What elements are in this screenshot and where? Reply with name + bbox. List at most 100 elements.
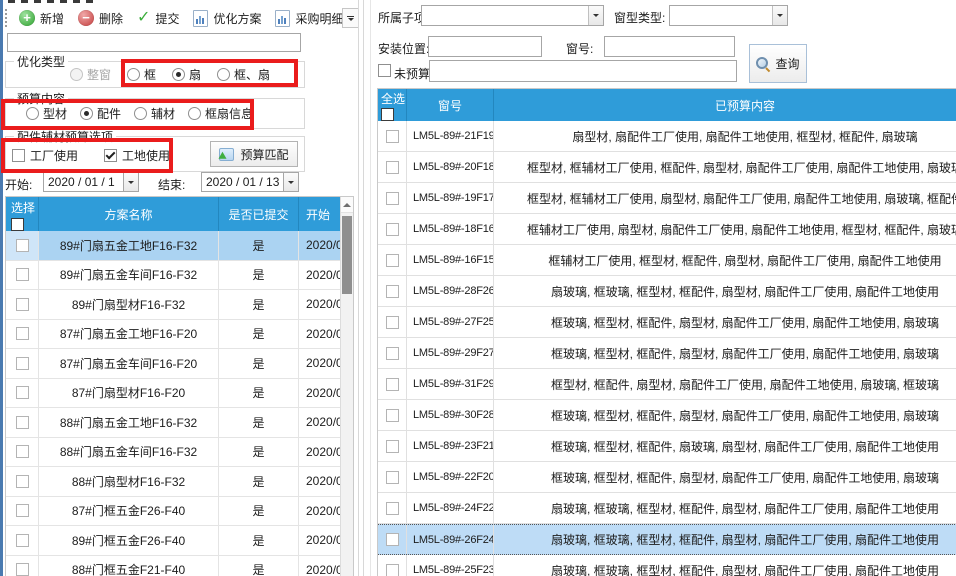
row-select-cell[interactable]	[378, 462, 407, 492]
optimize-type-radio[interactable]: 框、扇	[217, 66, 270, 83]
budget-table-row[interactable]: LM5L-89#-19F17 框型材, 框辅材工厂使用, 扇型材, 扇配件工厂使…	[378, 183, 956, 214]
row-select-cell[interactable]	[378, 276, 407, 306]
row-select-cell[interactable]	[6, 556, 39, 576]
row-select-cell[interactable]	[6, 290, 39, 319]
row-select-cell[interactable]	[6, 438, 39, 467]
row-checkbox[interactable]	[386, 564, 399, 576]
submit-button[interactable]: ✓ 提交	[130, 8, 186, 29]
row-select-cell[interactable]	[378, 555, 407, 576]
row-select-cell[interactable]	[6, 497, 39, 526]
usage-checkbox[interactable]: 工地使用	[104, 147, 170, 164]
start-date-picker[interactable]: 2020 / 01 / 1	[43, 172, 139, 192]
row-select-cell[interactable]	[378, 307, 407, 337]
row-select-cell[interactable]	[378, 400, 407, 430]
delete-button[interactable]: − 删除	[71, 8, 130, 29]
row-checkbox[interactable]	[386, 223, 399, 236]
budget-table-row[interactable]: LM5L-89#-18F16 框辅材工厂使用, 扇型材, 扇配件工厂使用, 扇配…	[378, 214, 956, 245]
row-select-cell[interactable]	[378, 245, 407, 275]
budget-table-row[interactable]: LM5L-89#-28F26 扇玻璃, 框玻璃, 框型材, 框配件, 扇型材, …	[378, 276, 956, 307]
plan-table-row[interactable]: 87#门框五金F26-F40 是 2020/0	[6, 497, 353, 527]
end-date-picker[interactable]: 2020 / 01 / 13	[201, 172, 299, 192]
end-date-dropdown-button[interactable]	[283, 173, 298, 191]
budget-table-row[interactable]: LM5L-89#-27F25 框玻璃, 框型材, 框配件, 扇型材, 扇配件工厂…	[378, 307, 956, 338]
scrollbar-up-button[interactable]	[341, 197, 353, 213]
budget-table-row[interactable]: LM5L-89#-22F20 框玻璃, 框型材, 框配件, 扇型材, 扇配件工厂…	[378, 462, 956, 493]
not-budgeted-checkbox[interactable]	[378, 64, 391, 77]
budget-content-radio[interactable]: 辅材	[134, 105, 175, 122]
row-checkbox[interactable]	[386, 533, 399, 546]
plan-table-row[interactable]: 87#门扇五金车间F16-F20 是 2020/0	[6, 349, 353, 379]
row-checkbox[interactable]	[16, 268, 29, 281]
row-checkbox[interactable]	[386, 502, 399, 515]
row-select-cell[interactable]	[378, 121, 407, 151]
window-type-dropdown-button[interactable]	[772, 6, 787, 25]
plan-table-row[interactable]: 88#门扇五金车间F16-F32 是 2020/0	[6, 438, 353, 468]
budget-table-row[interactable]: LM5L-89#-20F18 框型材, 框辅材工厂使用, 框配件, 扇型材, 扇…	[378, 152, 956, 183]
plan-table-row[interactable]: 87#门扇型材F16-F20 是 2020/0	[6, 379, 353, 409]
plan-table-row[interactable]: 89#门扇五金工地F16-F32 是 2020/0	[6, 231, 353, 261]
sub-item-dropdown[interactable]	[421, 5, 604, 26]
row-checkbox[interactable]	[386, 378, 399, 391]
row-checkbox[interactable]	[16, 563, 29, 576]
add-button[interactable]: + 新增	[12, 8, 71, 29]
budget-table-row[interactable]: LM5L-89#-30F28 框玻璃, 框型材, 框配件, 扇型材, 扇配件工厂…	[378, 400, 956, 431]
window-type-dropdown[interactable]	[669, 5, 788, 26]
row-select-cell[interactable]	[378, 152, 407, 182]
budget-table-row[interactable]: LM5L-89#-16F15 框辅材工厂使用, 框型材, 框配件, 扇型材, 扇…	[378, 245, 956, 276]
row-checkbox[interactable]	[386, 192, 399, 205]
select-all-checkbox[interactable]	[381, 108, 394, 121]
optimize-plan-button[interactable]: 优化方案	[186, 8, 268, 29]
row-select-cell[interactable]	[378, 214, 407, 244]
row-select-cell[interactable]	[6, 320, 39, 349]
panel-splitter[interactable]	[354, 0, 377, 576]
row-checkbox[interactable]	[386, 285, 399, 298]
row-select-cell[interactable]	[378, 525, 407, 554]
row-select-cell[interactable]	[378, 431, 407, 461]
row-checkbox[interactable]	[16, 504, 29, 517]
budget-table-row[interactable]: LM5L-89#-23F21 框玻璃, 框型材, 框配件, 扇玻璃, 扇型材, …	[378, 431, 956, 462]
query-button[interactable]: 查询	[749, 44, 807, 83]
plan-table-row[interactable]: 88#门扇五金工地F16-F32 是 2020/0	[6, 408, 353, 438]
row-select-cell[interactable]	[6, 379, 39, 408]
budget-table-row[interactable]: LM5L-89#-31F29 框型材, 框配件, 扇型材, 扇配件工厂使用, 扇…	[378, 369, 956, 400]
row-checkbox[interactable]	[386, 316, 399, 329]
start-date-dropdown-button[interactable]	[123, 173, 138, 191]
row-select-cell[interactable]	[6, 467, 39, 496]
row-checkbox[interactable]	[16, 534, 29, 547]
row-select-cell[interactable]	[378, 369, 407, 399]
row-select-cell[interactable]	[6, 231, 39, 260]
row-checkbox[interactable]	[16, 239, 29, 252]
row-checkbox[interactable]	[16, 416, 29, 429]
row-select-cell[interactable]	[6, 526, 39, 555]
budget-table-row[interactable]: LM5L-89#-24F22 扇玻璃, 框玻璃, 框型材, 框配件, 扇型材, …	[378, 493, 956, 524]
budget-table-row[interactable]: LM5L-89#-25F23 扇玻璃, 框玻璃, 框型材, 框配件, 扇型材, …	[378, 555, 956, 576]
budget-content-radio[interactable]: 配件	[80, 105, 121, 122]
plan-table-row[interactable]: 87#门扇五金工地F16-F20 是 2020/0	[6, 320, 353, 350]
row-checkbox[interactable]	[386, 440, 399, 453]
budget-content-radio[interactable]: 型材	[26, 105, 67, 122]
budget-match-button[interactable]: 预算匹配	[210, 141, 298, 167]
sub-item-dropdown-button[interactable]	[588, 6, 603, 25]
row-select-cell[interactable]	[6, 408, 39, 437]
plan-table-row[interactable]: 89#门扇型材F16-F32 是 2020/0	[6, 290, 353, 320]
window-number-input[interactable]	[604, 36, 735, 57]
row-checkbox[interactable]	[16, 386, 29, 399]
optimize-type-radio[interactable]: 整窗	[70, 66, 111, 83]
row-select-cell[interactable]	[378, 493, 407, 523]
row-checkbox[interactable]	[386, 161, 399, 174]
toolbar-grip-handle[interactable]	[5, 9, 7, 27]
budget-table-row[interactable]: LM5L-89#-29F27 框玻璃, 框型材, 框配件, 扇型材, 扇配件工厂…	[378, 338, 956, 369]
row-checkbox[interactable]	[16, 475, 29, 488]
row-checkbox[interactable]	[386, 409, 399, 422]
row-checkbox[interactable]	[386, 130, 399, 143]
plan-table-row[interactable]: 88#门框五金F21-F40 是 2020/0	[6, 556, 353, 576]
row-checkbox[interactable]	[16, 327, 29, 340]
scrollbar-thumb[interactable]	[342, 216, 352, 294]
install-position-input[interactable]	[428, 36, 542, 57]
optimize-type-radio[interactable]: 框	[127, 66, 156, 83]
row-checkbox[interactable]	[386, 471, 399, 484]
row-select-cell[interactable]	[6, 261, 39, 290]
plan-table-row[interactable]: 88#门扇型材F16-F32 是 2020/0	[6, 467, 353, 497]
select-all-checkbox[interactable]	[11, 218, 24, 231]
vertical-scrollbar[interactable]	[340, 197, 353, 576]
